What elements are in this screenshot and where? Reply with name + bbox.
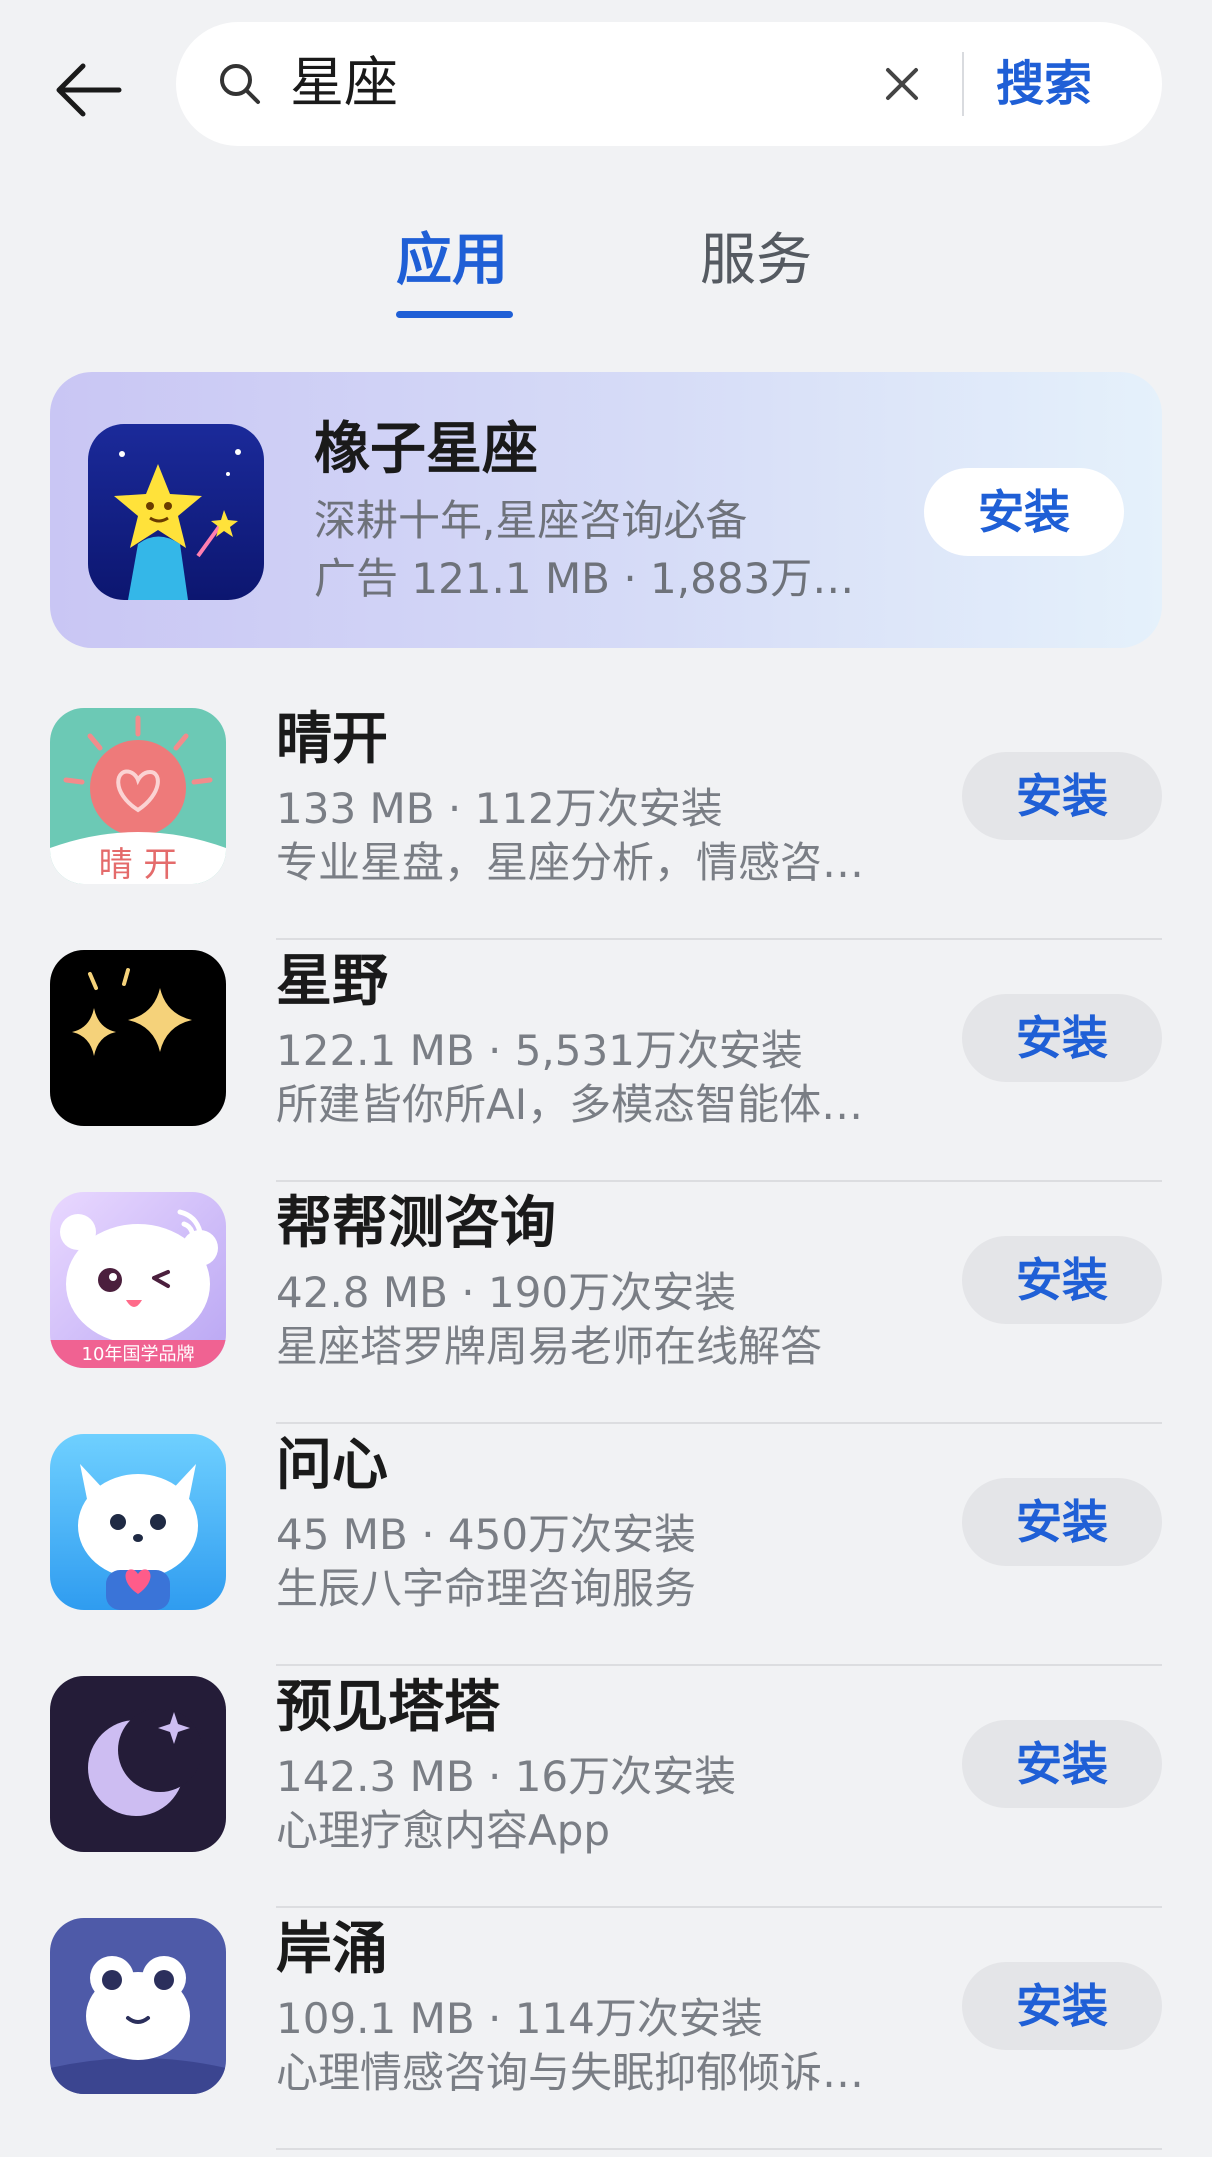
app-description: 心理情感咨询与失眠抑郁倾诉… (276, 2048, 865, 2097)
result-tabs: 应用 服务 (0, 215, 1212, 325)
install-button[interactable]: 安装 (962, 752, 1162, 840)
ad-card[interactable]: 橡子星座 深耕十年,星座咨询必备 广告 121.1 MB · 1,883万… 安… (50, 372, 1162, 648)
yujiantata-app-icon (50, 1676, 226, 1852)
list-item[interactable]: 岸涌 109.1 MB · 114万次安装 心理情感咨询与失眠抑郁倾诉… 安装 (0, 1908, 1212, 2150)
list-item[interactable]: 晴 开 晴开 133 MB · 112万次安装 专业星盘，星座分析，情感咨… 安… (0, 698, 1212, 940)
search-input[interactable]: 星座 (290, 50, 398, 116)
install-button[interactable]: 安装 (962, 994, 1162, 1082)
install-button[interactable]: 安装 (962, 1962, 1162, 2050)
xingye-app-icon (50, 950, 226, 1126)
xiangzi-app-icon (88, 424, 264, 600)
install-button[interactable]: 安装 (962, 1720, 1162, 1808)
app-meta: 133 MB · 112万次安装 (276, 784, 723, 833)
app-description: 专业星盘，星座分析，情感咨… (276, 838, 865, 887)
top-bar: 星座 搜索 (0, 0, 1212, 170)
app-description: 心理疗愈内容App (276, 1806, 611, 1855)
app-description: 生辰八字命理咨询服务 (276, 1564, 697, 1613)
app-description: 星座塔罗牌周易老师在线解答 (276, 1322, 823, 1371)
search-icon (220, 64, 260, 104)
app-name: 预见塔塔 (276, 1675, 500, 1740)
row-divider (276, 2148, 1162, 2150)
ad-app-meta: 广告 121.1 MB · 1,883万… (314, 554, 855, 603)
list-item[interactable]: 问心 45 MB · 450万次安装 生辰八字命理咨询服务 安装 (0, 1424, 1212, 1666)
app-name: 晴开 (276, 707, 388, 772)
bangbangce-app-icon: 10年国学品牌 (50, 1192, 226, 1368)
search-divider (962, 52, 964, 116)
anyong-app-icon (50, 1918, 226, 2094)
app-meta: 122.1 MB · 5,531万次安装 (276, 1026, 803, 1075)
app-meta: 109.1 MB · 114万次安装 (276, 1994, 763, 2043)
search-box[interactable]: 星座 搜索 (176, 22, 1162, 146)
icon-badge-text: 10年国学品牌 (82, 1344, 195, 1365)
back-button[interactable] (48, 50, 128, 130)
install-button[interactable]: 安装 (962, 1478, 1162, 1566)
tab-services[interactable]: 服务 (700, 225, 812, 297)
list-item[interactable]: 星野 122.1 MB · 5,531万次安装 所建皆你所AI，多模态智能体… … (0, 940, 1212, 1182)
app-name: 问心 (276, 1433, 388, 1498)
wenxin-app-icon (50, 1434, 226, 1610)
search-button[interactable]: 搜索 (996, 52, 1092, 116)
app-meta: 42.8 MB · 190万次安装 (276, 1268, 737, 1317)
back-arrow-icon (56, 63, 122, 117)
app-name: 帮帮测咨询 (276, 1191, 556, 1256)
app-meta: 45 MB · 450万次安装 (276, 1510, 697, 1559)
app-meta: 142.3 MB · 16万次安装 (276, 1752, 737, 1801)
ad-app-description: 深耕十年,星座咨询必备 (314, 496, 748, 545)
clear-icon[interactable] (876, 58, 928, 110)
app-description: 所建皆你所AI，多模态智能体… (276, 1080, 864, 1129)
list-item[interactable]: 预见塔塔 142.3 MB · 16万次安装 心理疗愈内容App 安装 (0, 1666, 1212, 1908)
list-item[interactable]: 10年国学品牌 帮帮测咨询 42.8 MB · 190万次安装 星座塔罗牌周易老… (0, 1182, 1212, 1424)
app-list: 晴 开 晴开 133 MB · 112万次安装 专业星盘，星座分析，情感咨… 安… (0, 698, 1212, 2150)
tab-indicator (396, 311, 513, 318)
app-name: 岸涌 (276, 1917, 388, 1982)
qingkai-app-icon: 晴 开 (50, 708, 226, 884)
install-button[interactable]: 安装 (962, 1236, 1162, 1324)
ad-install-button[interactable]: 安装 (924, 468, 1124, 556)
app-name: 星野 (276, 949, 388, 1014)
tab-apps[interactable]: 应用 (396, 225, 508, 297)
svg-text:晴 开: 晴 开 (99, 845, 178, 884)
ad-app-name: 橡子星座 (314, 417, 538, 482)
